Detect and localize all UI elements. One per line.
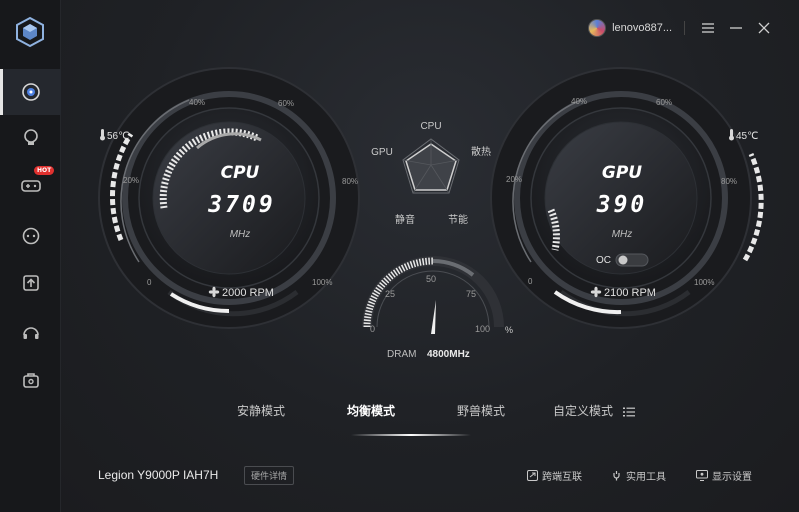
display-settings-label: 显示设置: [712, 472, 752, 483]
sidebar-item-chat[interactable]: [0, 213, 61, 259]
cross-device-label: 跨端互联: [542, 472, 582, 483]
oc-label: OC: [596, 255, 611, 266]
gpu-scale-0: 0: [528, 277, 533, 286]
cpu-frequency-unit: MHz: [230, 229, 251, 240]
display-settings-link[interactable]: 显示设置: [696, 468, 752, 483]
dram-tick-100: 100: [475, 324, 490, 334]
gpu-label: GPU: [602, 163, 642, 183]
radar-label-eco: 节能: [448, 213, 468, 226]
performance-radar: [402, 138, 460, 194]
mode-custom-label: 自定义模式: [553, 404, 614, 418]
dram-tick-0: 0: [370, 324, 375, 334]
gpu-scale-80: 80%: [721, 177, 737, 186]
toolbox-icon: [22, 373, 39, 388]
list-settings-icon: [622, 407, 635, 416]
dram-tick-50: 50: [426, 274, 436, 284]
gpu-temp-value: 45℃: [736, 131, 758, 142]
radar-label-cpu: CPU: [420, 121, 441, 132]
sidebar: HOT: [0, 0, 61, 512]
main-panel: lenovo887... 0 20% 40% 60% 80% 100% 56℃ …: [61, 0, 799, 512]
sidebar-item-audio[interactable]: [0, 310, 61, 356]
cpu-scale-60: 60%: [278, 99, 294, 108]
upload-icon: [22, 275, 39, 291]
performance-mode-bar: 安静模式 均衡模式 野兽模式 自定义模式: [61, 398, 799, 436]
cpu-scale-80: 80%: [342, 177, 358, 186]
sidebar-item-lighting[interactable]: [0, 115, 61, 161]
cpu-temp-value: 56℃: [107, 131, 129, 142]
cpu-scale-20: 20%: [123, 176, 139, 185]
tools-label: 实用工具: [626, 472, 666, 483]
gpu-scale-40: 40%: [571, 97, 587, 106]
gpu-scale-20: 20%: [506, 175, 522, 184]
radar-label-gpu: GPU: [371, 147, 393, 158]
gpu-scale-100: 100%: [694, 278, 714, 287]
sidebar-item-toolbox[interactable]: [0, 357, 61, 403]
tools-link[interactable]: 实用工具: [611, 468, 666, 483]
cpu-fan-value: 2000 RPM: [222, 287, 274, 299]
cpu-temperature: 56℃: [100, 129, 129, 142]
performance-dashboard: 0 20% 40% 60% 80% 100% 56℃ CPU 3709 MHz …: [98, 67, 764, 360]
dram-frequency: 4800MHz: [427, 349, 470, 360]
hot-badge: HOT: [34, 166, 55, 175]
cpu-label: CPU: [221, 163, 260, 183]
cpu-scale-100: 100%: [312, 278, 332, 287]
gpu-fan-value: 2100 RPM: [604, 287, 656, 299]
dram-label: DRAM: [387, 349, 416, 360]
lightbulb-icon: [23, 129, 38, 145]
cpu-frequency: 3709: [207, 192, 275, 218]
oc-toggle[interactable]: [615, 253, 649, 267]
footer: Legion Y9000P IAH7H 硬件详情 跨端互联 实用工具 显示设置: [61, 460, 799, 492]
thermometer-icon: [100, 129, 105, 141]
cpu-scale-0: 0: [147, 278, 152, 287]
gpu-oc-toggle-group: OC: [596, 253, 649, 267]
dashboard-icon: [21, 83, 40, 101]
radar-label-cooling: 散热: [471, 145, 491, 158]
sidebar-item-upload[interactable]: [0, 260, 61, 306]
radar-label-silent: 静音: [395, 213, 415, 226]
gpu-scale-60: 60%: [656, 98, 672, 107]
device-model: Legion Y9000P IAH7H: [98, 468, 219, 482]
dram-tick-25: 25: [385, 289, 395, 299]
headset-icon: [22, 327, 39, 339]
cross-device-icon: [527, 470, 538, 481]
sidebar-item-games[interactable]: HOT: [0, 162, 61, 208]
cross-device-link[interactable]: 跨端互联: [527, 468, 582, 483]
mode-beast[interactable]: 野兽模式: [457, 402, 505, 419]
mode-quiet[interactable]: 安静模式: [237, 402, 285, 419]
sidebar-item-dashboard[interactable]: [0, 69, 61, 115]
chat-icon: [22, 227, 39, 245]
gpu-frequency: 390: [596, 192, 648, 218]
dram-tick-75: 75: [466, 289, 476, 299]
gamepad-icon: [20, 180, 41, 192]
legion-logo: [16, 16, 44, 48]
dram-unit: %: [505, 325, 513, 335]
display-icon: [696, 470, 708, 481]
mode-active-indicator: [351, 434, 471, 436]
hardware-details-button[interactable]: 硬件详情: [244, 466, 295, 485]
mode-balanced[interactable]: 均衡模式: [347, 402, 395, 419]
tools-icon: [613, 471, 620, 481]
gpu-frequency-unit: MHz: [612, 229, 633, 240]
cpu-scale-40: 40%: [189, 98, 205, 107]
mode-custom[interactable]: 自定义模式: [553, 402, 635, 419]
